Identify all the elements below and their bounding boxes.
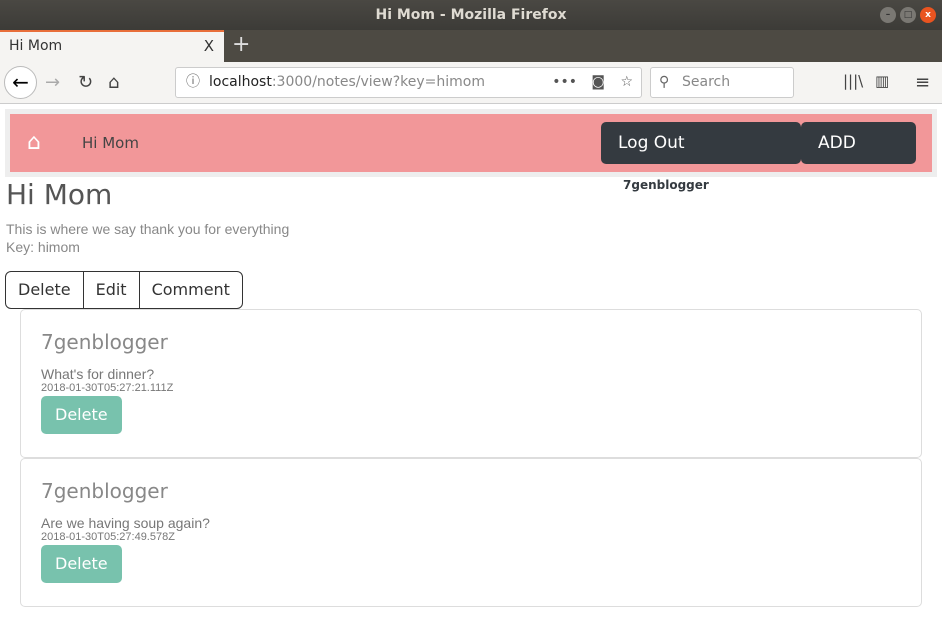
search-input[interactable]: ⚲ Search [650,67,794,98]
page: ⌂ Hi Mom Log Out 7genblogger ADD Note Hi… [0,104,942,617]
url-host: localhost [209,74,272,90]
comment-text: Are we having soup again? [41,515,210,531]
comment-timestamp: 2018-01-30T05:27:49.578Z [41,531,175,543]
comment-text: What's for dinner? [41,366,155,382]
url-bar[interactable]: ⓘ localhost:3000/notes/view?key=himom ••… [175,67,642,98]
delete-button[interactable]: Delete [6,272,84,308]
home-icon[interactable]: ⌂ [27,130,41,155]
comment-timestamp: 2018-01-30T05:27:21.111Z [41,382,174,394]
comment-author: 7genblogger [41,479,168,503]
reload-button[interactable]: ↻ [78,72,93,93]
note-body: This is where we say thank you for every… [6,221,290,237]
window-titlebar: Hi Mom - Mozilla Firefox – □ x [0,0,942,30]
edit-button[interactable]: Edit [84,272,140,308]
nav-toolbar: ← → ↻ ⌂ ⓘ localhost:3000/notes/view?key=… [0,62,942,104]
close-tab-icon[interactable]: X [204,32,214,60]
url-path: :3000/notes/view?key=himom [271,74,485,90]
note-key: Key: himom [6,239,80,255]
library-icon[interactable]: |||\ [843,72,863,90]
minimize-icon[interactable]: – [880,7,896,23]
comment-card: 7genblogger What's for dinner? 2018-01-3… [20,309,922,458]
comment-card: 7genblogger Are we having soup again? 20… [20,458,922,607]
window-title: Hi Mom - Mozilla Firefox [375,7,567,23]
search-icon: ⚲ [659,74,670,90]
bookmark-star-icon[interactable]: ☆ [620,68,633,97]
navbar-wrapper: ⌂ Hi Mom Log Out 7genblogger ADD Note [5,109,937,195]
sidebar-icon[interactable]: ▥ [875,72,889,90]
maximize-icon[interactable]: □ [900,7,916,23]
pocket-icon[interactable]: ◙ [591,68,605,97]
note-actions: Delete Edit Comment [5,271,243,309]
tab-bar: Hi Mom X + [0,30,942,62]
info-icon[interactable]: ⓘ [186,68,200,97]
navbar: ⌂ Hi Mom Log Out 7genblogger ADD Note [10,114,932,195]
search-placeholder: Search [682,74,731,90]
tab-label: Hi Mom [9,38,63,54]
logout-button[interactable]: Log Out 7genblogger [601,122,801,193]
add-note-button[interactable]: ADD Note [801,122,916,195]
back-button[interactable]: ← [4,66,37,99]
menu-icon[interactable]: ≡ [915,72,930,93]
logout-label: Log Out [618,133,685,153]
delete-comment-button[interactable]: Delete [41,545,122,583]
comment-button[interactable]: Comment [140,272,242,308]
new-tab-button[interactable]: + [232,32,250,57]
user-badge: 7genblogger [618,177,714,193]
comment-author: 7genblogger [41,330,168,354]
more-icon[interactable]: ••• [552,68,577,97]
forward-button[interactable]: → [45,72,60,93]
page-title: Hi Mom [6,178,113,211]
close-window-icon[interactable]: x [920,7,936,23]
brand-link[interactable]: Hi Mom [82,134,139,152]
tab-hi-mom[interactable]: Hi Mom X [0,30,224,62]
delete-comment-button[interactable]: Delete [41,396,122,434]
home-button[interactable]: ⌂ [108,72,119,93]
